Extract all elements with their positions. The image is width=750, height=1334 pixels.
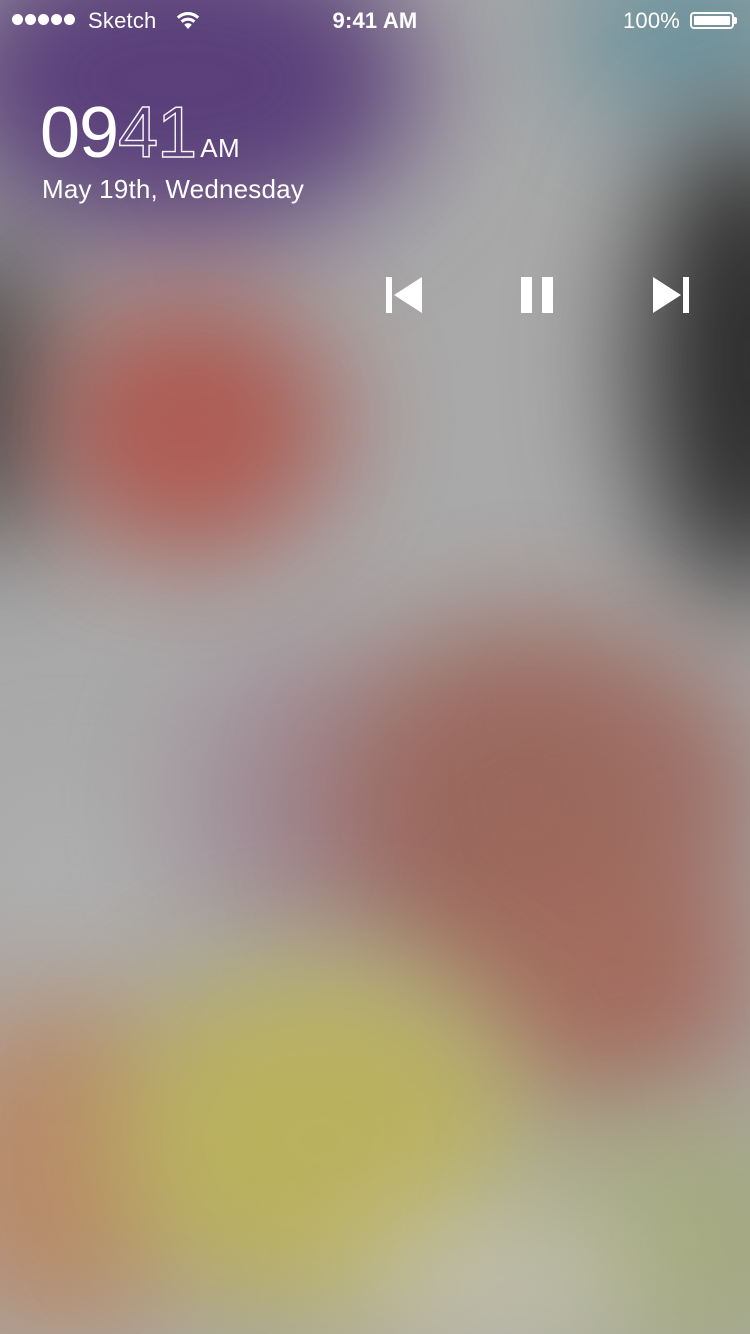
battery-icon	[690, 12, 734, 29]
lockscreen-date: May 19th, Wednesday	[42, 174, 305, 204]
next-track-button[interactable]	[640, 270, 700, 320]
status-bar: Sketch 9:41 AM 100%	[0, 0, 750, 40]
media-controls	[360, 260, 730, 330]
wallpaper-blob	[0, 780, 180, 1000]
battery-tip	[734, 17, 737, 24]
clock-ampm: AM	[200, 133, 241, 163]
wallpaper-blob	[560, 690, 750, 850]
wallpaper-blob	[110, 380, 270, 520]
pause-button[interactable]	[508, 270, 568, 320]
clock-hours: 09	[40, 93, 119, 173]
battery-percent: 100%	[623, 8, 681, 33]
clock-minutes: 41	[117, 93, 197, 173]
battery-fill	[694, 16, 730, 25]
skip-back-icon	[384, 275, 426, 315]
lockscreen-clock: 0941 AM	[40, 93, 241, 173]
previous-track-button[interactable]	[375, 270, 435, 320]
wallpaper-blob	[0, 230, 50, 550]
wallpaper-blob	[640, 120, 750, 600]
skip-forward-icon	[649, 275, 691, 315]
pause-icon	[518, 275, 558, 315]
